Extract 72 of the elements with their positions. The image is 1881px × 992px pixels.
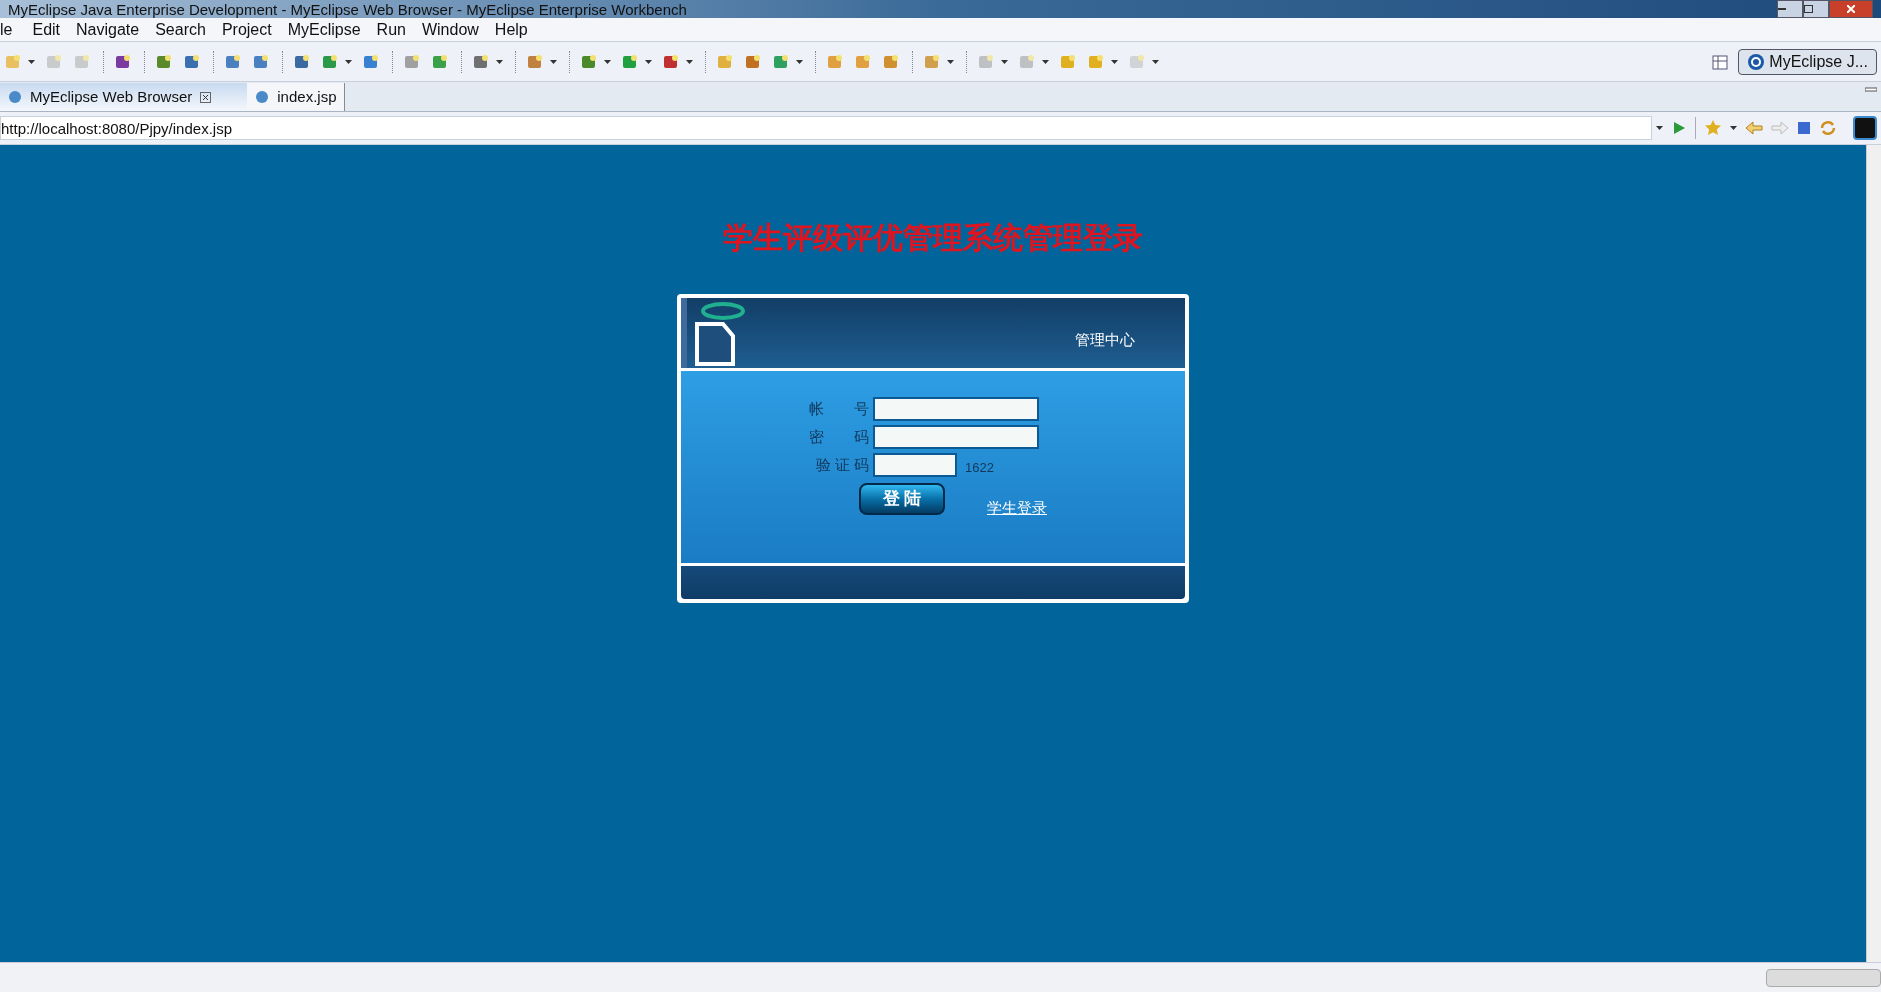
toolbar-icon[interactable] xyxy=(321,52,339,71)
caret-icon[interactable] xyxy=(604,59,611,64)
toolbar-icon[interactable] xyxy=(744,52,762,71)
minimize-icon xyxy=(1778,8,1786,10)
close-icon xyxy=(1847,5,1855,13)
toolbar-icon[interactable] xyxy=(362,52,380,71)
toolbar-icon[interactable] xyxy=(155,52,173,71)
minimize-icon[interactable] xyxy=(1865,86,1877,92)
menu-item[interactable]: Search xyxy=(147,17,214,42)
account-field[interactable] xyxy=(873,397,1039,421)
maximize-button[interactable] xyxy=(1803,0,1829,18)
toolbar-icon[interactable] xyxy=(183,52,201,71)
caret-icon[interactable] xyxy=(947,59,954,64)
back-arrow-icon[interactable] xyxy=(1745,120,1763,136)
caret-icon[interactable] xyxy=(1001,59,1008,64)
close-button[interactable] xyxy=(1829,0,1873,18)
field-label: 验 证 码 xyxy=(814,454,869,475)
go-icon[interactable] xyxy=(1671,120,1687,136)
caret-icon[interactable] xyxy=(1152,59,1159,64)
toolbar-icon[interactable] xyxy=(772,52,790,71)
menu-item[interactable]: Run xyxy=(368,17,414,42)
toolbar-icon[interactable] xyxy=(526,52,544,71)
star-icon[interactable] xyxy=(1704,119,1722,137)
caret-icon[interactable] xyxy=(1656,126,1663,130)
login-button[interactable]: 登 陆 xyxy=(859,483,945,515)
toolbar-icon[interactable] xyxy=(580,52,598,71)
editor-tab[interactable]: index.jsp xyxy=(247,83,346,111)
toolbar-icon[interactable] xyxy=(472,52,490,71)
page-heading: 学生评级评优管理系统管理登录 xyxy=(723,219,1143,257)
scrollbar[interactable] xyxy=(1866,145,1881,962)
logo-icon xyxy=(1747,52,1766,71)
menu-item[interactable]: MyEclipse xyxy=(279,17,369,42)
menu-item[interactable]: le xyxy=(0,17,25,42)
address-field[interactable]: http://localhost:8080/Pjpy/index.jsp xyxy=(0,116,1652,140)
editor-tab[interactable]: MyEclipse Web Browser xyxy=(0,83,248,111)
caret-icon[interactable] xyxy=(496,59,503,64)
captcha-field[interactable] xyxy=(873,453,957,477)
captcha-code: 1622 xyxy=(965,458,994,477)
panel-title: 管理中心 xyxy=(1075,329,1135,350)
toolbar-icon[interactable] xyxy=(252,52,270,71)
toolbar-icon[interactable] xyxy=(114,52,132,71)
password-field[interactable] xyxy=(873,425,1039,449)
toolbar-icon[interactable] xyxy=(431,52,449,71)
caret-icon[interactable] xyxy=(1730,126,1737,130)
field-label: 密 码 xyxy=(808,426,869,447)
caret-icon[interactable] xyxy=(796,59,803,64)
stop-icon[interactable] xyxy=(1797,121,1811,135)
toolbar-icon[interactable] xyxy=(293,52,311,71)
menu-item[interactable]: Project xyxy=(213,17,280,42)
menu-item[interactable]: Edit xyxy=(24,17,69,42)
menu-item[interactable]: Window xyxy=(413,17,487,42)
caret-icon[interactable] xyxy=(1111,59,1118,64)
field-label: 帐 号 xyxy=(808,398,869,419)
minimize-button[interactable] xyxy=(1777,0,1803,18)
caret-icon[interactable] xyxy=(686,59,693,64)
caret-icon[interactable] xyxy=(645,59,652,64)
student-login-link[interactable]: 学生登录 xyxy=(987,497,1047,520)
caret-icon[interactable] xyxy=(1042,59,1049,64)
open-perspective-icon[interactable] xyxy=(1712,52,1731,71)
caret-icon[interactable] xyxy=(550,59,557,64)
menu-item[interactable]: Navigate xyxy=(68,17,148,42)
perspective-button[interactable]: MyEclipse J... xyxy=(1738,48,1877,75)
caret-icon[interactable] xyxy=(345,59,352,64)
refresh-icon[interactable] xyxy=(1819,119,1837,137)
toolbar-icon[interactable] xyxy=(224,52,242,71)
caret-icon[interactable] xyxy=(28,59,35,64)
close-icon[interactable] xyxy=(200,91,212,103)
menu-item[interactable]: Help xyxy=(486,17,536,42)
maximize-icon xyxy=(1804,5,1813,13)
toolbar-icon[interactable] xyxy=(662,52,680,71)
toolbar-icon[interactable] xyxy=(621,52,639,71)
window-title: MyEclipse Java Enterprise Development - MyEclipse Web Browser - MyEclipse Enterprise Workbench xyxy=(8,1,687,17)
